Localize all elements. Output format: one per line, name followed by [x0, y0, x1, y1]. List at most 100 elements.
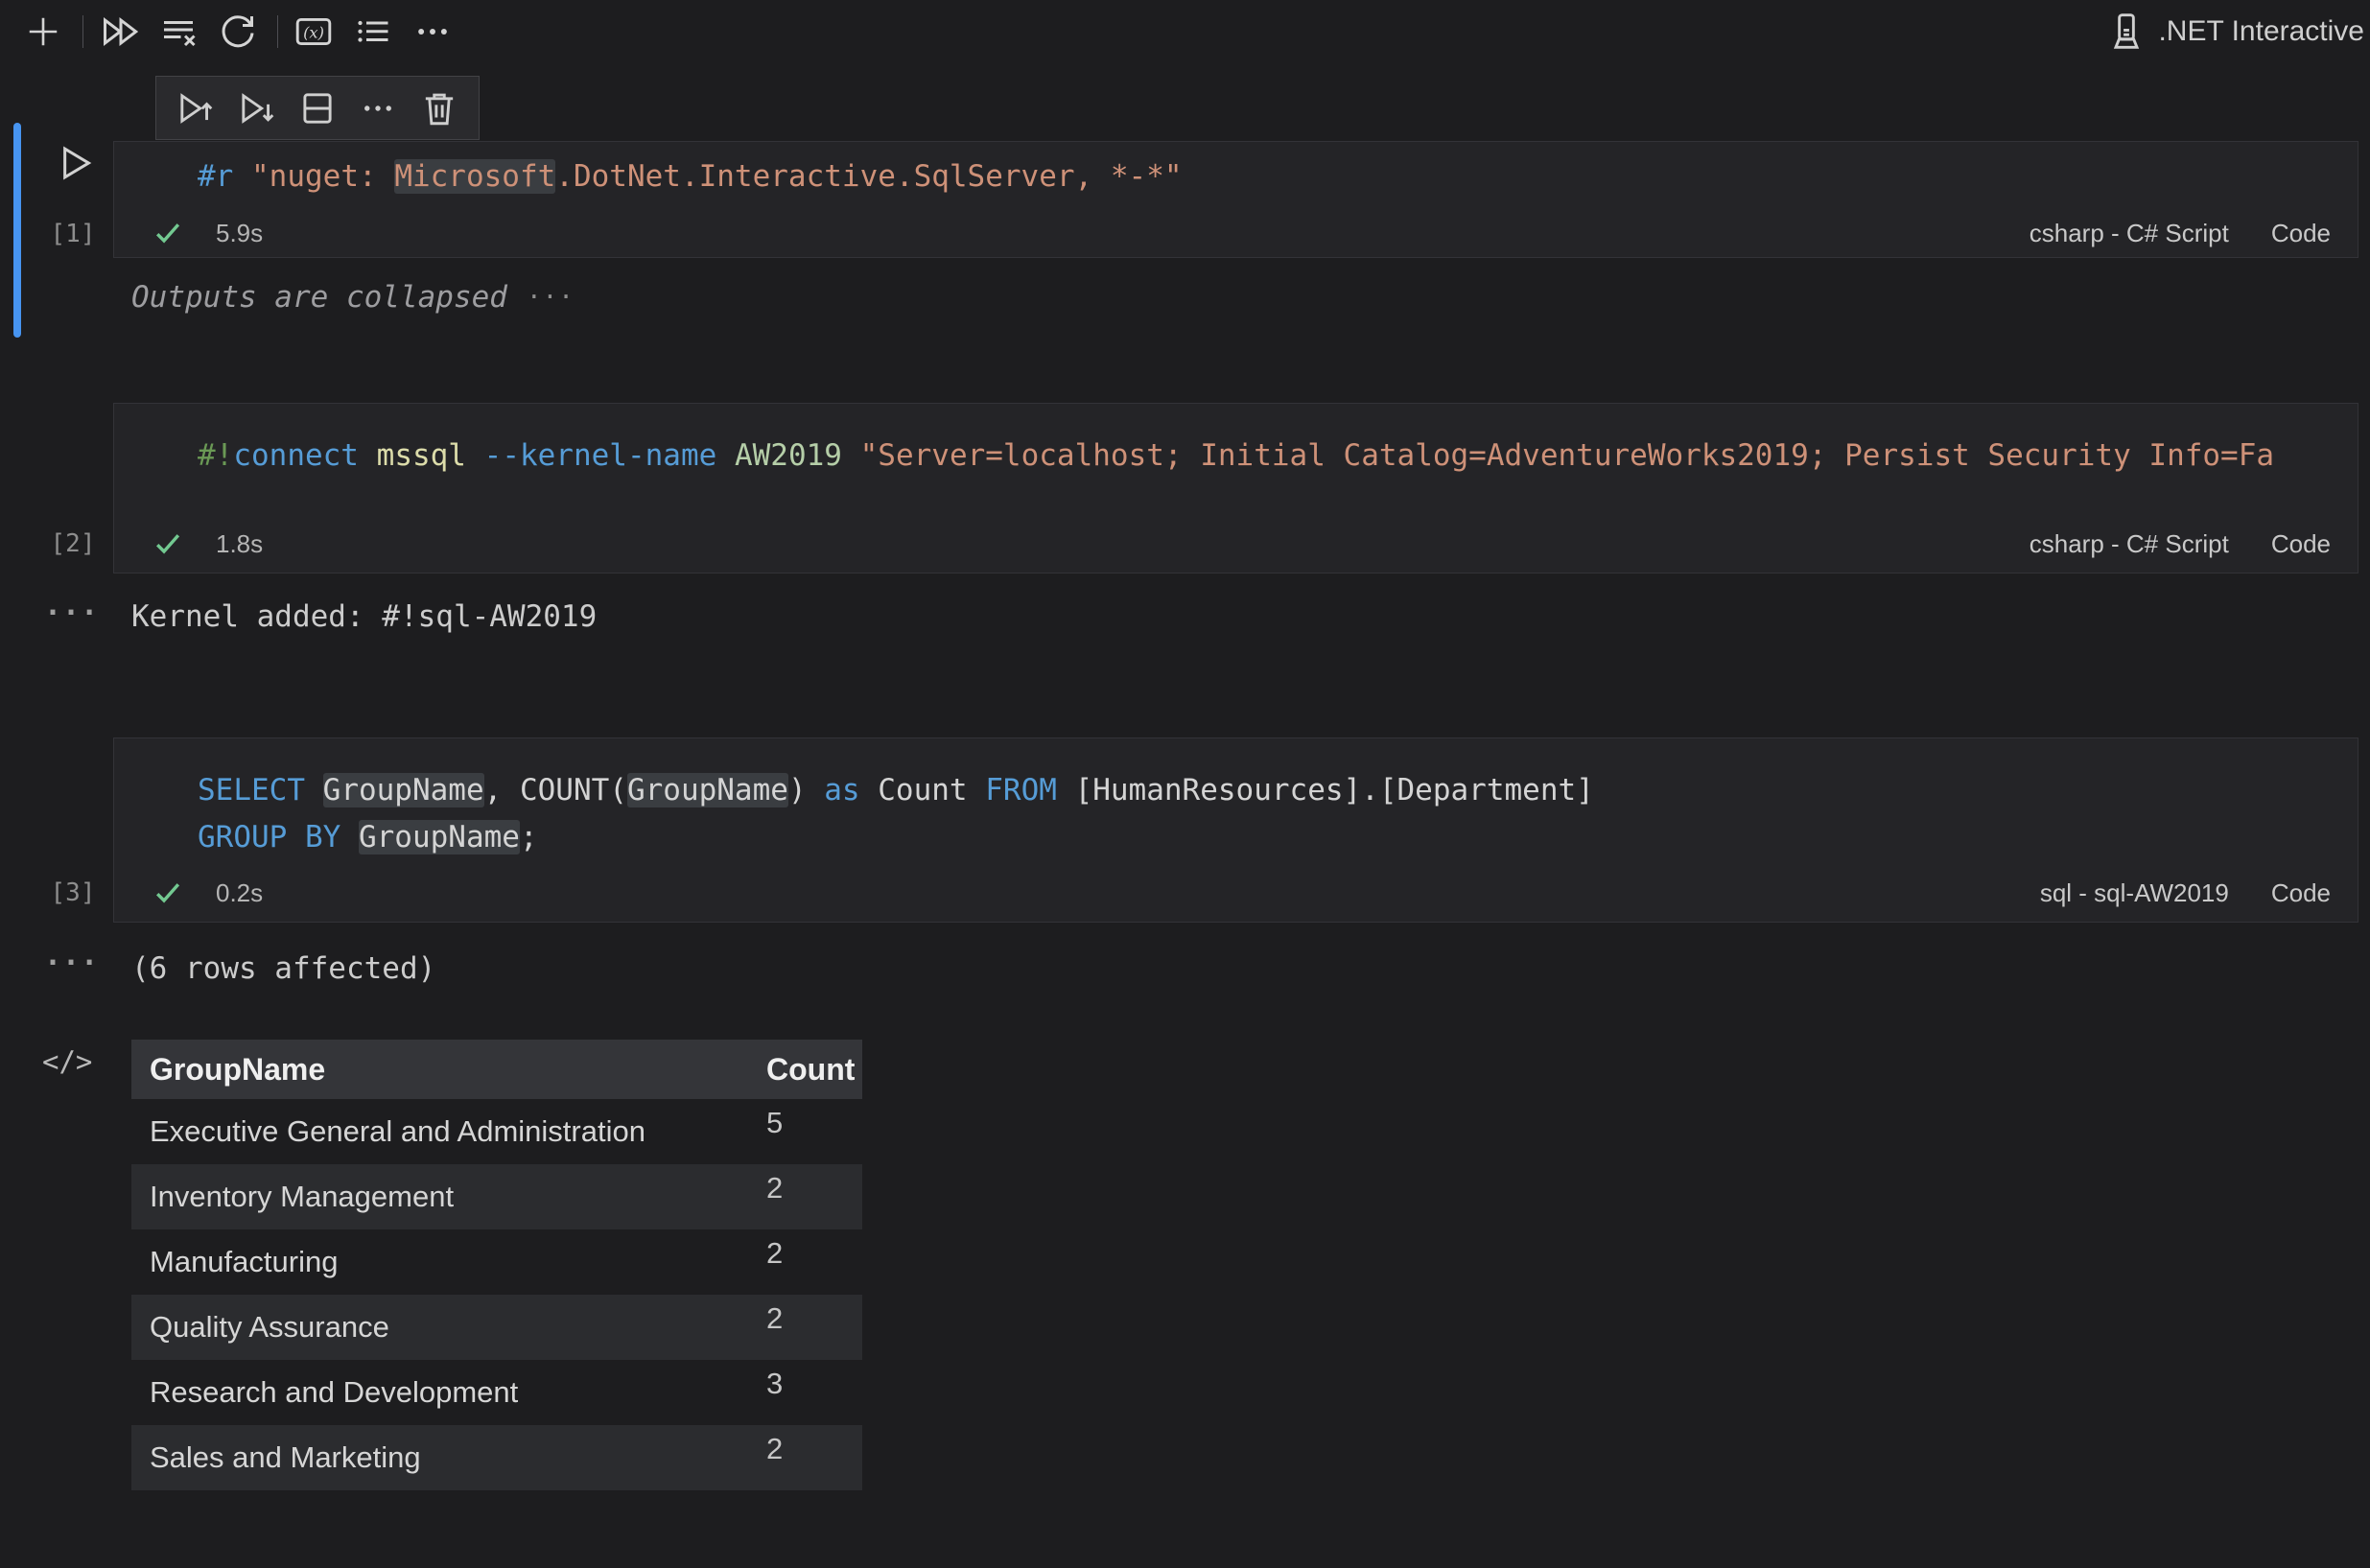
code-line: #!connect mssql --kernel-name AW2019 "Se… [198, 433, 2350, 480]
column-header: GroupName [150, 1052, 766, 1088]
table-row: Research and Development3 [131, 1360, 862, 1425]
variables-view-icon[interactable]: (x) [292, 10, 336, 54]
delete-cell-icon[interactable] [418, 87, 460, 129]
kernel-icon [2106, 12, 2147, 52]
table-header-row: GroupNameCount [131, 1040, 862, 1099]
cell-status-bar: 0.2s sql - sql-AW2019 Code [114, 872, 2358, 914]
code-token: FROM [985, 773, 1057, 807]
add-cell-icon[interactable] [21, 10, 65, 54]
code-token: GroupName [627, 773, 788, 807]
rows-affected-output: (6 rows affected) [131, 951, 435, 986]
success-check-icon [153, 218, 183, 248]
cell-type-label[interactable]: Code [2271, 878, 2331, 908]
notebook-toolbar: (x) [0, 0, 2370, 63]
count-cell: 2 [766, 1425, 862, 1466]
count-cell: 3 [766, 1360, 862, 1401]
vscode-notebook-window: (x) .NET Interactive [0, 0, 2370, 1568]
code-token: "Server=localhost; Initial Catalog=Adven… [860, 438, 2274, 473]
kernel-added-output: Kernel added: #!sql-AW2019 [131, 599, 597, 634]
code-token: --kernel-name [484, 438, 717, 473]
toolbar-divider [277, 15, 278, 48]
split-cell-icon[interactable] [296, 87, 339, 129]
code-editor[interactable]: #r "nuget: Microsoft.DotNet.Interactive.… [198, 142, 2350, 213]
cell-toolbar [155, 76, 480, 140]
execute-below-icon[interactable] [236, 87, 278, 129]
cell-language-picker[interactable]: sql - sql-AW2019 [2040, 878, 2229, 908]
count-cell: 5 [766, 1099, 862, 1140]
table-row: Sales and Marketing2 [131, 1425, 862, 1490]
output-menu-icon[interactable]: ··· [44, 947, 99, 980]
execution-duration: 0.2s [216, 878, 263, 908]
code-token: #r [198, 159, 233, 194]
code-token: Count [860, 773, 986, 807]
table-row: Inventory Management2 [131, 1164, 862, 1229]
code-token: connect [233, 438, 359, 473]
clear-outputs-icon[interactable] [156, 10, 200, 54]
cell-status-bar: 5.9s csharp - C# Script Code [114, 212, 2358, 254]
restart-kernel-icon[interactable] [216, 10, 260, 54]
count-cell: 2 [766, 1164, 862, 1205]
group-name-cell: Executive General and Administration [150, 1114, 766, 1149]
code-cell-1: #r "nuget: Microsoft.DotNet.Interactive.… [113, 141, 2358, 258]
kernel-picker-label: .NET Interactive [2158, 15, 2364, 48]
svg-text:(x): (x) [303, 23, 324, 41]
code-token: SELECT [198, 773, 305, 807]
run-cell-button[interactable] [53, 140, 95, 186]
code-token: ; [520, 820, 538, 854]
code-token: .DotNet.Interactive.SqlServer, *-*" [555, 159, 1182, 194]
toolbar-divider [82, 15, 83, 48]
count-cell: 2 [766, 1229, 862, 1271]
code-line: #r "nuget: Microsoft.DotNet.Interactive.… [198, 153, 2350, 200]
success-check-icon [153, 878, 183, 908]
code-cell-3: SELECT GroupName, COUNT(GroupName) as Co… [113, 737, 2358, 923]
column-header: Count [766, 1052, 862, 1088]
output-menu-icon[interactable]: ··· [44, 597, 99, 630]
cell-type-label[interactable]: Code [2271, 529, 2331, 559]
code-token [305, 773, 323, 807]
table-row: Executive General and Administration5 [131, 1099, 862, 1164]
code-token: "nuget: [251, 159, 394, 194]
group-name-cell: Manufacturing [150, 1245, 766, 1279]
cell-type-label[interactable]: Code [2271, 219, 2331, 248]
execution-duration: 1.8s [216, 529, 263, 559]
code-token: AW2019 [735, 438, 842, 473]
code-editor[interactable]: #!connect mssql --kernel-name AW2019 "Se… [198, 404, 2350, 528]
code-editor[interactable]: SELECT GroupName, COUNT(GroupName) as Co… [198, 738, 2350, 878]
execution-count-1: [1] [44, 220, 102, 248]
cell-status-bar: 1.8s csharp - C# Script Code [114, 523, 2358, 565]
count-cell: 2 [766, 1295, 862, 1336]
code-token [842, 438, 860, 473]
outline-icon[interactable] [351, 10, 395, 54]
code-token [466, 438, 484, 473]
expand-outputs-icon[interactable]: ··· [527, 283, 575, 312]
code-token: mssql [377, 438, 466, 473]
group-name-cell: Sales and Marketing [150, 1440, 766, 1475]
cell-language-picker[interactable]: csharp - C# Script [2030, 529, 2229, 559]
kernel-picker[interactable]: .NET Interactive [2106, 0, 2364, 63]
outputs-collapsed-note: Outputs are collapsed ··· [131, 280, 575, 315]
code-line: SELECT GroupName, COUNT(GroupName) as Co… [198, 767, 2350, 814]
code-token: [HumanResources].[Department] [1057, 773, 1594, 807]
execute-above-icon[interactable] [175, 87, 217, 129]
code-token: #! [198, 438, 233, 473]
code-token: GroupName [359, 820, 520, 854]
output-mime-switcher-icon[interactable]: </> [42, 1045, 92, 1078]
code-token: ) [788, 773, 824, 807]
code-token: GROUP BY [198, 820, 340, 854]
group-name-cell: Inventory Management [150, 1180, 766, 1214]
query-result-table: GroupNameCountExecutive General and Admi… [131, 1040, 862, 1490]
group-name-cell: Quality Assurance [150, 1310, 766, 1345]
code-token: GroupName [323, 773, 484, 807]
code-token [359, 438, 377, 473]
cell-language-picker[interactable]: csharp - C# Script [2030, 219, 2229, 248]
more-actions-icon[interactable] [411, 10, 455, 54]
cell-more-actions-icon[interactable] [357, 87, 399, 129]
code-line: GROUP BY GroupName; [198, 814, 2350, 861]
execution-duration: 5.9s [216, 219, 263, 248]
table-body: Executive General and Administration5Inv… [131, 1099, 862, 1490]
table-row: Manufacturing2 [131, 1229, 862, 1295]
execution-count-2: [2] [44, 529, 102, 558]
group-name-cell: Research and Development [150, 1375, 766, 1410]
run-all-icon[interactable] [97, 10, 141, 54]
code-token: , COUNT( [484, 773, 627, 807]
